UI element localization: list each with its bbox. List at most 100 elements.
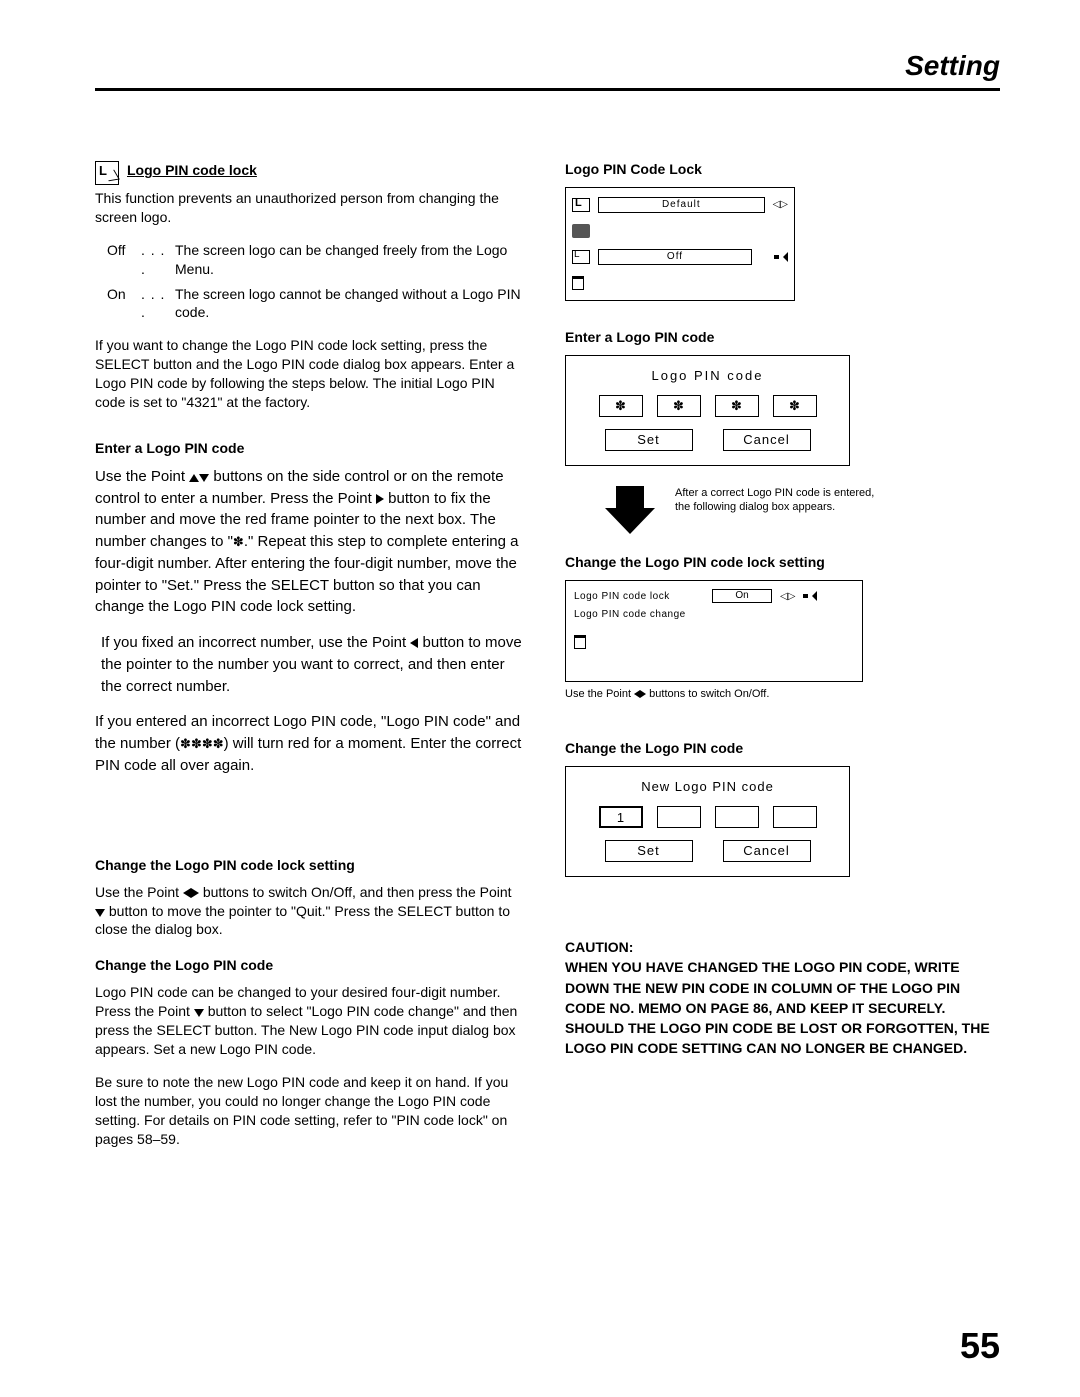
body-text: Be sure to note the new Logo PIN code an… bbox=[95, 1073, 525, 1149]
value-box: Off bbox=[598, 249, 752, 265]
page-header: Setting bbox=[95, 50, 1000, 91]
dots: . . . . bbox=[141, 241, 175, 279]
dialog-buttons: Set Cancel bbox=[580, 429, 835, 451]
caution-body: WHEN YOU HAVE CHANGED THE LOGO PIN CODE,… bbox=[565, 957, 995, 1058]
logo-pin-icon bbox=[572, 250, 590, 264]
figure-caption: Use the Point buttons to switch On/Off. bbox=[565, 688, 995, 700]
dialog-title: New Logo PIN code bbox=[580, 779, 835, 794]
option-desc: The screen logo can be changed freely fr… bbox=[175, 241, 525, 279]
asterisk-icon: ✽ bbox=[233, 534, 244, 549]
body-text: If you fixed an incorrect number, use th… bbox=[95, 632, 525, 697]
value-box: On bbox=[712, 589, 772, 603]
section-change-pin: Change the Logo PIN code Logo PIN code c… bbox=[95, 957, 525, 1148]
menu-row bbox=[572, 274, 788, 292]
cancel-button: Cancel bbox=[723, 429, 811, 451]
text-run: buttons to switch On/Off. bbox=[646, 688, 769, 700]
arrow-note: After a correct Logo PIN code is entered… bbox=[605, 486, 995, 536]
quit-icon bbox=[572, 276, 584, 290]
pin-digit-row: 1 bbox=[580, 806, 835, 828]
right-icon bbox=[376, 494, 384, 504]
right-column: Logo PIN Code Lock Default ◁▷ Off bbox=[565, 161, 995, 1162]
caution-block: CAUTION: WHEN YOU HAVE CHANGED THE LOGO … bbox=[565, 937, 995, 1059]
down-icon bbox=[199, 474, 209, 482]
row-label: Logo PIN code lock bbox=[574, 591, 704, 602]
dialog-row: Logo PIN code lock On ◁▷ bbox=[574, 587, 854, 605]
dialog-buttons: Set Cancel bbox=[580, 840, 835, 862]
pin-digit: ✽ bbox=[599, 395, 643, 417]
updown-icon: ◁▷ bbox=[773, 201, 788, 209]
pin-digit-row: ✽ ✽ ✽ ✽ bbox=[580, 395, 835, 417]
figure-title: Logo PIN Code Lock bbox=[565, 161, 995, 177]
section-enter-pin: Enter a Logo PIN code Use the Point butt… bbox=[95, 440, 525, 777]
body-text: Use the Point buttons on the side contro… bbox=[95, 466, 525, 618]
capture-icon bbox=[572, 224, 590, 238]
section-logo-pin-lock: Logo PIN code lock This function prevent… bbox=[95, 161, 525, 412]
down-arrow-icon bbox=[605, 486, 655, 536]
pin-digit bbox=[773, 806, 817, 828]
page-title: Setting bbox=[95, 50, 1000, 82]
body-text: Use the Point buttons to switch On/Off, … bbox=[95, 883, 525, 940]
figure-title: Change the Logo PIN code bbox=[565, 740, 995, 756]
logo-select-icon bbox=[572, 198, 590, 212]
body-text: Logo PIN code can be changed to your des… bbox=[95, 983, 525, 1059]
pointer-arrow-icon bbox=[803, 591, 817, 601]
pin-digit: ✽ bbox=[773, 395, 817, 417]
page-number: 55 bbox=[960, 1325, 1000, 1367]
dialog-row bbox=[574, 633, 854, 651]
cancel-button: Cancel bbox=[723, 840, 811, 862]
option-desc: The screen logo cannot be changed withou… bbox=[175, 285, 525, 323]
section-title: Change the Logo PIN code lock setting bbox=[95, 857, 525, 873]
quit-icon bbox=[574, 635, 586, 649]
text-run: If you fixed an incorrect number, use th… bbox=[101, 634, 410, 651]
text-run: button to move the pointer to "Quit." Pr… bbox=[95, 903, 510, 938]
menu-row: Default ◁▷ bbox=[572, 196, 788, 214]
text-run: Use the Point bbox=[95, 468, 189, 485]
pin-digit: ✽ bbox=[657, 395, 701, 417]
up-icon bbox=[189, 474, 199, 482]
figure-title: Enter a Logo PIN code bbox=[565, 329, 995, 345]
body-text: If you want to change the Logo PIN code … bbox=[95, 336, 525, 412]
menu-row bbox=[572, 222, 788, 240]
section-change-lock: Change the Logo PIN code lock setting Us… bbox=[95, 857, 525, 940]
text-run: buttons to switch On/Off, and then press… bbox=[199, 884, 512, 900]
down-icon bbox=[95, 909, 105, 917]
menu-row: Off bbox=[572, 248, 788, 266]
pin-digit bbox=[657, 806, 701, 828]
option-label: Off bbox=[107, 241, 141, 279]
option-off: Off . . . . The screen logo can be chang… bbox=[107, 241, 525, 279]
down-icon bbox=[194, 1009, 204, 1017]
value-box: Default bbox=[598, 197, 765, 213]
pointer-arrow-icon bbox=[774, 252, 788, 262]
set-button: Set bbox=[605, 429, 693, 451]
body-text: If you entered an incorrect Logo PIN cod… bbox=[95, 711, 525, 776]
figure-new-pin-dialog: New Logo PIN code 1 Set Cancel bbox=[565, 766, 850, 877]
section-title: Change the Logo PIN code bbox=[95, 957, 525, 973]
logo-pin-icon bbox=[95, 161, 119, 185]
caution-label: CAUTION: bbox=[565, 937, 995, 957]
leftright-icon: ◁▷ bbox=[780, 591, 795, 602]
dialog-title: Logo PIN code bbox=[580, 368, 835, 383]
left-icon bbox=[183, 888, 191, 898]
set-button: Set bbox=[605, 840, 693, 862]
section-title: Logo PIN code lock bbox=[127, 162, 257, 178]
asterisk-icon: ✽✽✽✽ bbox=[180, 736, 224, 751]
right-icon bbox=[191, 888, 199, 898]
row-label: Logo PIN code change bbox=[574, 609, 704, 620]
text-run: Use the Point bbox=[565, 688, 634, 700]
figure-change-lock-dialog: Logo PIN code lock On ◁▷ Logo PIN code c… bbox=[565, 580, 863, 682]
left-column: Logo PIN code lock This function prevent… bbox=[95, 161, 525, 1162]
option-on: On . . . . The screen logo cannot be cha… bbox=[107, 285, 525, 323]
pin-digit bbox=[715, 806, 759, 828]
figure-enter-pin-dialog: Logo PIN code ✽ ✽ ✽ ✽ Set Cancel bbox=[565, 355, 850, 466]
section-title: Enter a Logo PIN code bbox=[95, 440, 525, 456]
option-label: On bbox=[107, 285, 141, 323]
figure-title: Change the Logo PIN code lock setting bbox=[565, 554, 995, 570]
dialog-row: Logo PIN code change bbox=[574, 605, 854, 623]
note-text: After a correct Logo PIN code is entered… bbox=[675, 486, 875, 515]
pin-digit: ✽ bbox=[715, 395, 759, 417]
dots: . . . . bbox=[141, 285, 175, 323]
pin-digit: 1 bbox=[599, 806, 643, 828]
figure-logo-pin-lock-menu: Default ◁▷ Off bbox=[565, 187, 795, 301]
option-list: Off . . . . The screen logo can be chang… bbox=[107, 241, 525, 323]
body-text: This function prevents an unauthorized p… bbox=[95, 189, 525, 227]
